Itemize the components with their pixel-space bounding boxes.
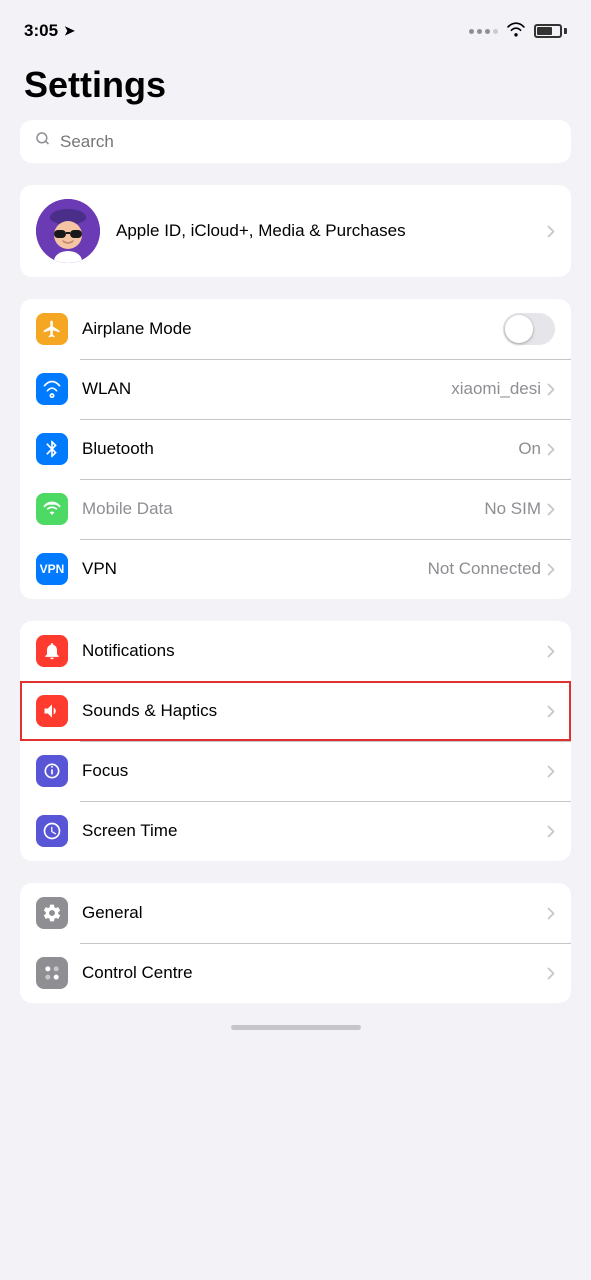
mobile-data-value: No SIM (484, 499, 541, 519)
sounds-haptics-chevron-icon (547, 705, 555, 718)
network-group: Airplane Mode WLAN xiaomi_desi Bluetooth… (20, 299, 571, 599)
airplane-mode-row[interactable]: Airplane Mode (20, 299, 571, 359)
status-icons (469, 21, 567, 42)
notifications-chevron-icon (547, 645, 555, 658)
battery-icon (534, 24, 567, 38)
control-centre-icon (36, 957, 68, 989)
vpn-row[interactable]: VPN VPN Not Connected (20, 539, 571, 599)
focus-icon (36, 755, 68, 787)
apple-id-label: Apple ID, iCloud+, Media & Purchases (116, 221, 547, 241)
avatar (36, 199, 100, 263)
bluetooth-chevron-icon (547, 443, 555, 456)
location-arrow-icon: ➤ (64, 23, 75, 39)
search-input[interactable] (60, 132, 557, 152)
status-bar: 3:05 ➤ (0, 0, 591, 54)
bluetooth-row[interactable]: Bluetooth On (20, 419, 571, 479)
screen-time-chevron-icon (547, 825, 555, 838)
apple-id-group: Apple ID, iCloud+, Media & Purchases (20, 185, 571, 277)
screen-time-icon (36, 815, 68, 847)
wlan-chevron-icon (547, 383, 555, 396)
notifications-row[interactable]: Notifications (20, 621, 571, 681)
vpn-value: Not Connected (428, 559, 541, 579)
general-chevron-icon (547, 907, 555, 920)
apple-id-row[interactable]: Apple ID, iCloud+, Media & Purchases (20, 185, 571, 277)
focus-label: Focus (82, 761, 547, 781)
page-title: Settings (0, 54, 591, 120)
settings-group-2: Notifications Sounds & Haptics Focus Scr… (20, 621, 571, 861)
home-indicator (231, 1025, 361, 1030)
control-centre-label: Control Centre (82, 963, 547, 983)
sounds-haptics-label: Sounds & Haptics (82, 701, 547, 721)
wlan-label: WLAN (82, 379, 451, 399)
search-bar[interactable] (20, 120, 571, 163)
mobile-data-row[interactable]: Mobile Data No SIM (20, 479, 571, 539)
airplane-mode-toggle[interactable] (503, 313, 555, 345)
general-row[interactable]: General (20, 883, 571, 943)
wifi-icon (506, 21, 526, 42)
screen-time-row[interactable]: Screen Time (20, 801, 571, 861)
notifications-label: Notifications (82, 641, 547, 661)
airplane-mode-label: Airplane Mode (82, 319, 503, 339)
vpn-label: VPN (82, 559, 428, 579)
mobile-data-label: Mobile Data (82, 499, 484, 519)
mobile-data-chevron-icon (547, 503, 555, 516)
focus-chevron-icon (547, 765, 555, 778)
control-centre-row[interactable]: Control Centre (20, 943, 571, 1003)
vpn-chevron-icon (547, 563, 555, 576)
general-label: General (82, 903, 547, 923)
airplane-mode-icon (36, 313, 68, 345)
screen-time-label: Screen Time (82, 821, 547, 841)
apple-id-chevron-icon (547, 225, 555, 238)
wlan-icon (36, 373, 68, 405)
control-centre-chevron-icon (547, 967, 555, 980)
bluetooth-icon (36, 433, 68, 465)
wlan-value: xiaomi_desi (451, 379, 541, 399)
notifications-icon (36, 635, 68, 667)
search-icon (34, 130, 52, 153)
mobile-data-icon (36, 493, 68, 525)
general-icon (36, 897, 68, 929)
sounds-haptics-icon (36, 695, 68, 727)
wlan-row[interactable]: WLAN xiaomi_desi (20, 359, 571, 419)
settings-group-3: General Control Centre (20, 883, 571, 1003)
bluetooth-value: On (518, 439, 541, 459)
focus-row[interactable]: Focus (20, 741, 571, 801)
bluetooth-label: Bluetooth (82, 439, 518, 459)
signal-icon (469, 29, 498, 34)
status-time: 3:05 ➤ (24, 21, 75, 41)
sounds-haptics-row[interactable]: Sounds & Haptics (20, 681, 571, 741)
time-label: 3:05 (24, 21, 58, 41)
vpn-icon: VPN (36, 553, 68, 585)
